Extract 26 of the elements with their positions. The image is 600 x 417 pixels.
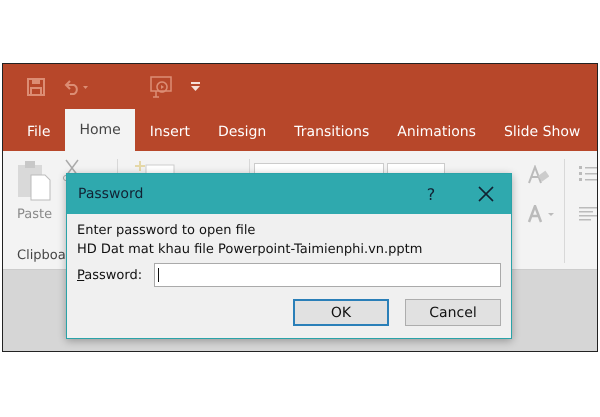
file-name: HD Dat mat khau file Powerpoint-Taimienphi.vn.pptm [77,242,424,257]
save-icon[interactable] [27,78,45,96]
customize-icon[interactable] [191,82,200,91]
ribbon-tab[interactable]: Home [65,109,135,151]
ribbon-tab[interactable]: Animations [384,113,489,151]
bullets-icon[interactable] [579,165,597,183]
ribbon-tab[interactable]: Insert [136,113,203,151]
dialog-button[interactable]: OK [293,299,389,326]
align-left-icon[interactable] [579,207,597,221]
font-color-icon[interactable] [527,205,556,223]
ribbon-tab[interactable]: File [14,113,64,151]
password-field[interactable] [154,263,501,287]
help-button[interactable]: ? [401,184,461,204]
ribbon-tab[interactable]: Transitions [281,113,382,151]
prompt-text: Enter password to open file [77,223,256,238]
paste-label[interactable]: Paste [17,207,52,222]
paste-icon[interactable] [17,159,51,201]
close-icon[interactable] [478,186,494,202]
ribbon-tab[interactable]: Design [204,113,280,151]
dialog-button[interactable]: Cancel [405,299,501,326]
undo-icon[interactable] [63,78,89,94]
group-label: Clipboa [17,248,66,263]
presenter-icon[interactable] [149,74,173,98]
ribbon-tab[interactable]: Slide Show [490,113,594,151]
field-label: Password: [77,268,142,282]
dialog-title: Password [78,186,144,202]
